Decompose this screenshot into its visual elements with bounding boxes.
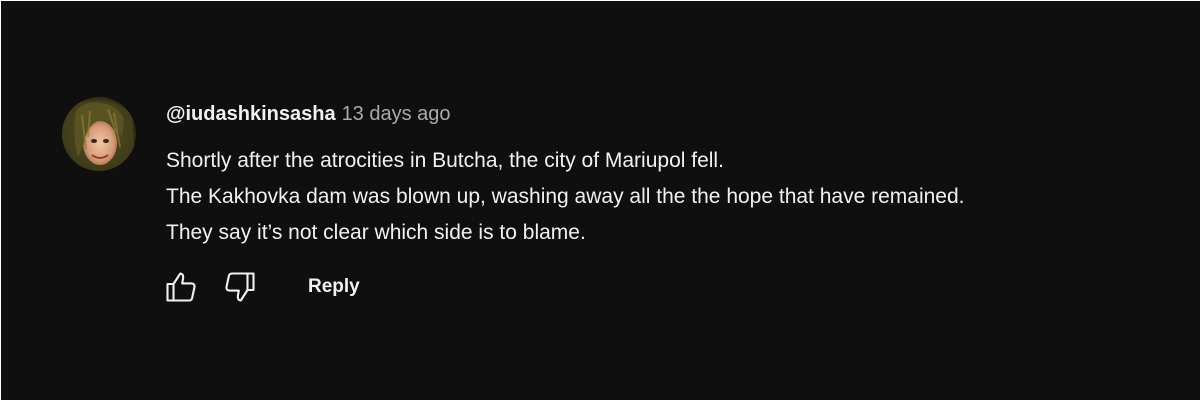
thumbs-down-icon [225,272,255,302]
comment-panel: @iudashkinsasha 13 days ago Shortly after… [1,1,1200,400]
comment-header: @iudashkinsasha 13 days ago [166,100,451,130]
user-avatar-photo [62,97,136,171]
dislike-button[interactable] [220,267,260,307]
comment-text-line: Shortly after the atrocities in Butcha, … [166,149,724,172]
like-button[interactable] [161,267,201,307]
comment-text-line: They say it’s not clear which side is to… [166,221,586,244]
avatar[interactable] [62,97,136,171]
thumbs-up-icon [166,272,196,302]
comment-timestamp[interactable]: 13 days ago [342,103,451,125]
comment-text-line: The Kakhovka dam was blown up, washing a… [166,185,965,208]
comment-author[interactable]: @iudashkinsasha [166,103,336,125]
comment-text: Shortly after the atrocities in Butcha, … [166,143,964,251]
reply-button[interactable]: Reply [308,275,360,299]
